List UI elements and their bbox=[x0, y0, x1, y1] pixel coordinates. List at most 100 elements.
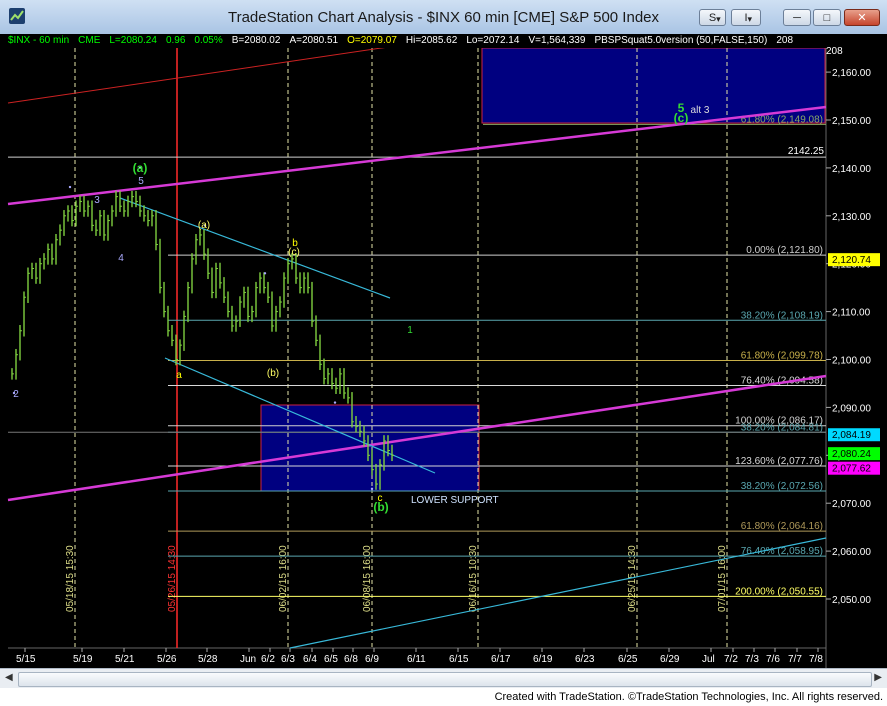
level-label: 2142.25 bbox=[788, 146, 825, 157]
wave-label: 1 bbox=[407, 325, 413, 336]
fib-level-label: 38.20% (2,072.56) bbox=[741, 481, 823, 492]
x-tick-label: 5/21 bbox=[115, 654, 135, 665]
time-marker-label: 07/01/15 16:00 bbox=[717, 545, 728, 612]
info-field: 208 bbox=[776, 35, 794, 46]
y-tick-label: 2,070.00 bbox=[832, 499, 871, 510]
x-tick-label: 6/3 bbox=[281, 654, 295, 665]
time-marker-label: 06/16/15 10:30 bbox=[468, 545, 479, 612]
info-field: Lo=2072.14 bbox=[466, 35, 520, 46]
style-button-label: S bbox=[708, 12, 717, 24]
info-field: 0.96 bbox=[165, 35, 186, 46]
x-tick-label: 6/8 bbox=[344, 654, 358, 665]
price-badge-label: 2,120.74 bbox=[832, 255, 871, 266]
x-tick-label: 6/15 bbox=[449, 654, 469, 665]
wave-label: alt 3 bbox=[691, 105, 710, 116]
scrollbar-thumb[interactable] bbox=[18, 672, 872, 687]
x-tick-label: 6/25 bbox=[618, 654, 638, 665]
x-tick-label: 5/19 bbox=[73, 654, 93, 665]
x-tick-label: 5/26 bbox=[157, 654, 177, 665]
scroll-left-icon[interactable]: ◀ bbox=[5, 672, 13, 683]
info-field: 0.05% bbox=[194, 35, 223, 46]
y-tick-label: 2,050.00 bbox=[832, 595, 871, 606]
info-field: A=2080.51 bbox=[289, 35, 339, 46]
fib-level-label: 76.40% (2,058.95) bbox=[741, 546, 823, 557]
fib-level-label: 61.80% (2,099.78) bbox=[741, 351, 823, 362]
x-tick-label: 7/3 bbox=[745, 654, 759, 665]
style-menu-button[interactable]: S ▾ bbox=[699, 9, 726, 26]
x-tick-label: 6/5 bbox=[324, 654, 338, 665]
copyright-text: Created with TradeStation. ©TradeStation… bbox=[494, 691, 883, 703]
x-tick-label: Jun bbox=[240, 654, 256, 665]
y-tick-label: 2,090.00 bbox=[832, 403, 871, 414]
axis-overflow-label: 208 bbox=[826, 46, 843, 57]
y-tick-label: 2,130.00 bbox=[832, 212, 871, 223]
wave-label: (c) bbox=[288, 247, 300, 258]
price-badge-label: 2,077.62 bbox=[832, 464, 871, 475]
wave-label: 4 bbox=[118, 253, 124, 264]
symbol-info-bar: $INX - 60 min CME L=2080.24 0.96 0.05% B=2080… bbox=[8, 34, 826, 48]
info-field: V=1,564,339 bbox=[528, 35, 586, 46]
fib-level-label: 123.60% (2,077.76) bbox=[735, 456, 823, 467]
x-tick-label: 7/7 bbox=[788, 654, 802, 665]
x-tick-label: Jul bbox=[702, 654, 715, 665]
plot-background bbox=[8, 34, 826, 666]
price-chart[interactable]: 2,050.002,060.002,070.002,080.002,090.00… bbox=[0, 34, 887, 668]
info-field: CME bbox=[78, 35, 101, 46]
fib-level-label: 38.20% (2,108.19) bbox=[741, 310, 823, 321]
y-tick-label: 2,140.00 bbox=[832, 164, 871, 175]
price-badge-label: 2,084.19 bbox=[832, 430, 871, 441]
pivot-marker bbox=[370, 487, 374, 491]
minimize-button[interactable]: ─ bbox=[783, 9, 811, 26]
fib-level-label: 200.00% (2,050.55) bbox=[735, 586, 823, 597]
time-marker-label: 06/02/15 16:00 bbox=[278, 545, 289, 612]
x-tick-label: 6/17 bbox=[491, 654, 511, 665]
minimize-icon: ─ bbox=[793, 12, 801, 24]
chevron-down-icon: ▾ bbox=[716, 14, 721, 24]
chart-area[interactable]: 2,050.002,060.002,070.002,080.002,090.00… bbox=[0, 34, 887, 688]
horizontal-scrollbar[interactable]: ◀ ▶ bbox=[0, 668, 887, 689]
info-field: O=2079.07 bbox=[347, 35, 397, 46]
wave-label: (b) bbox=[267, 368, 279, 379]
scroll-right-icon[interactable]: ▶ bbox=[874, 672, 882, 683]
price-badge-label: 2,080.24 bbox=[832, 449, 871, 460]
lower-support-box bbox=[260, 404, 480, 492]
wave-label: (a) bbox=[133, 161, 148, 175]
y-tick-label: 2,150.00 bbox=[832, 116, 871, 127]
pivot-marker bbox=[333, 401, 337, 404]
info-field: PBSPSquat5.0version (50,FALSE,150) bbox=[594, 35, 768, 46]
y-tick-label: 2,110.00 bbox=[832, 308, 871, 319]
x-tick-label: 5/15 bbox=[16, 654, 36, 665]
lower-support-label: LOWER SUPPORT bbox=[411, 495, 499, 506]
x-tick-label: 6/11 bbox=[407, 654, 426, 665]
x-tick-label: 6/23 bbox=[575, 654, 595, 665]
x-tick-label: 6/19 bbox=[533, 654, 553, 665]
footer: Created with TradeStation. ©TradeStation… bbox=[0, 688, 887, 706]
x-tick-label: 7/6 bbox=[766, 654, 780, 665]
maximize-button[interactable]: □ bbox=[813, 9, 841, 26]
x-tick-label: 5/28 bbox=[198, 654, 218, 665]
x-tick-label: 7/2 bbox=[724, 654, 738, 665]
fib-level-label: 0.00% (2,121.80) bbox=[746, 245, 823, 256]
wave-label: 2 bbox=[13, 389, 19, 400]
pivot-marker bbox=[263, 272, 267, 275]
time-marker-label: 05/26/15 14:30 bbox=[167, 545, 178, 612]
wave-label: a bbox=[176, 370, 182, 381]
tools-menu-button[interactable]: I ▾ bbox=[731, 9, 761, 26]
window-titlebar: TradeStation Chart Analysis - $INX 60 mi… bbox=[0, 0, 887, 35]
info-field: $INX - 60 min bbox=[8, 35, 70, 46]
fib-level-label: 61.80% (2,064.16) bbox=[741, 521, 823, 532]
close-button[interactable]: ✕ bbox=[844, 9, 880, 26]
info-field: Hi=2085.62 bbox=[405, 35, 458, 46]
time-marker-label: 05/18/15 15:30 bbox=[65, 545, 76, 612]
wave-label: 3 bbox=[94, 195, 100, 206]
fib-level-label: 38.20% (2,084.81) bbox=[741, 422, 823, 433]
wave-label: (c) bbox=[674, 111, 689, 125]
info-field: L=2080.24 bbox=[109, 35, 157, 46]
x-tick-label: 6/29 bbox=[660, 654, 680, 665]
upper-target-box bbox=[481, 47, 826, 124]
pivot-marker bbox=[68, 185, 72, 189]
info-field: B=2080.02 bbox=[231, 35, 281, 46]
chevron-down-icon: ▾ bbox=[747, 14, 753, 24]
wave-label: 5 bbox=[138, 176, 144, 187]
x-tick-label: 7/8 bbox=[809, 654, 823, 665]
